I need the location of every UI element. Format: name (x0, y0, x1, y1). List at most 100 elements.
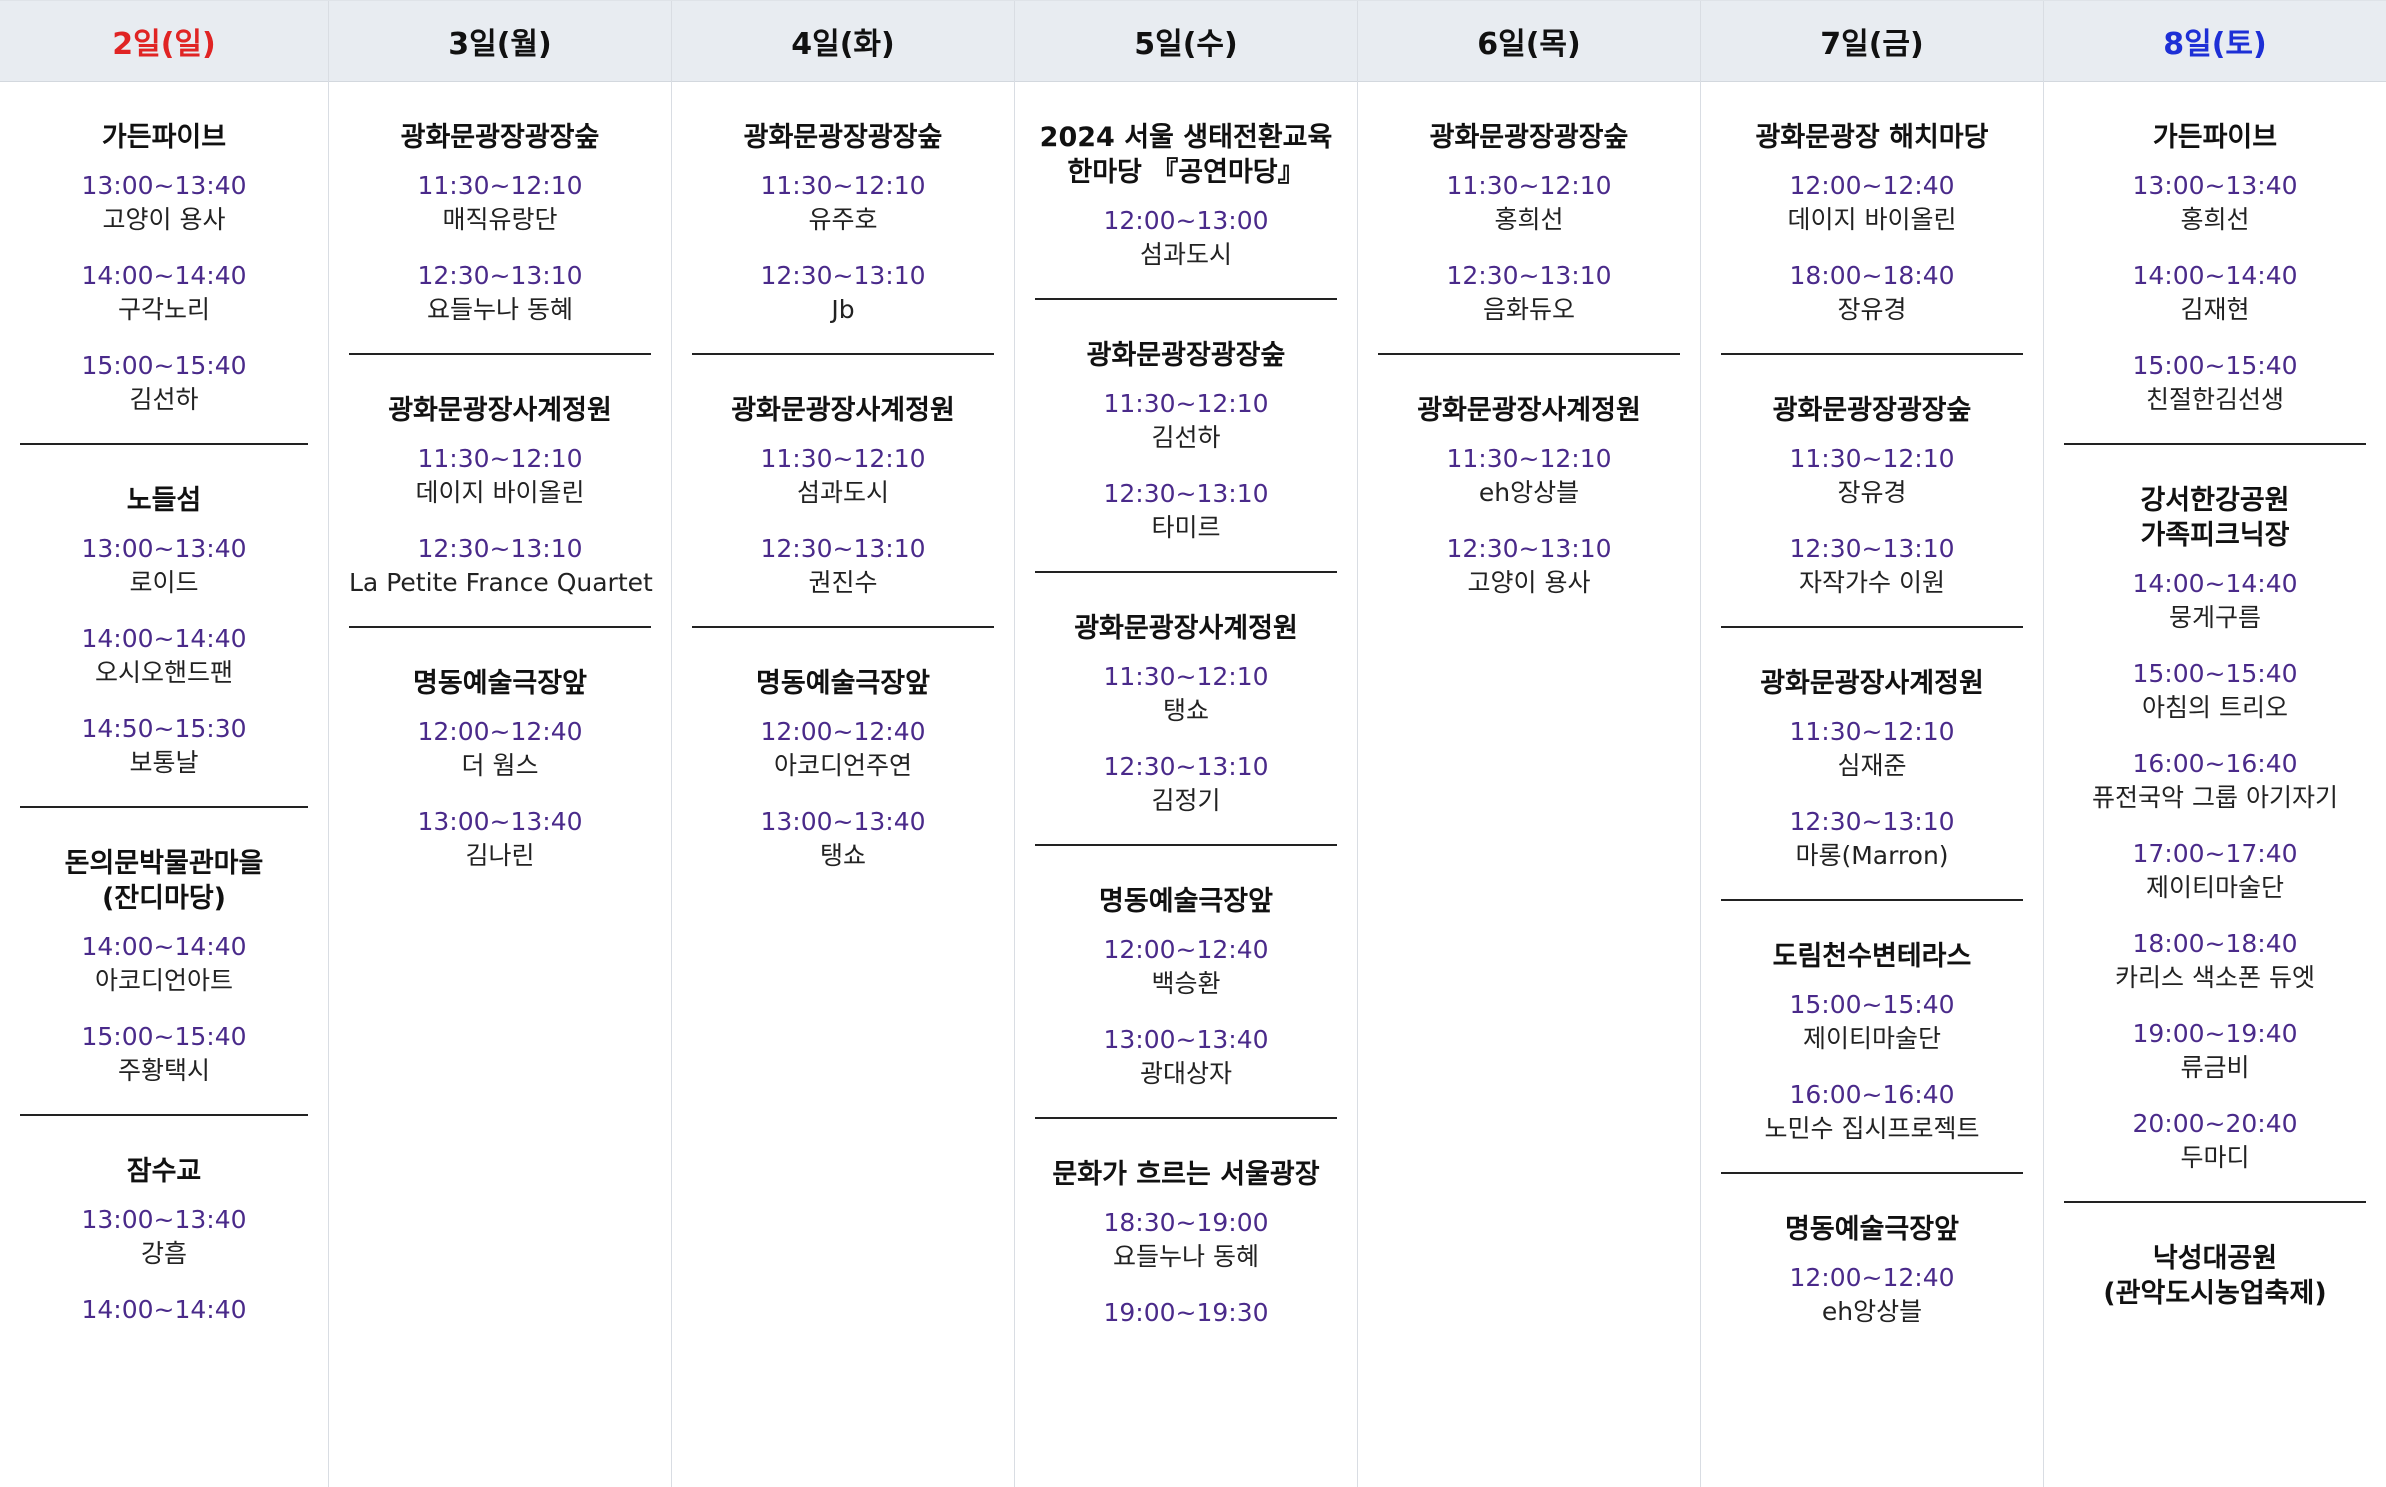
performance-slot: 11:30~12:10 유주호 (692, 169, 994, 237)
day-column: 7일(금) 광화문광장 해치마당 12:00~12:40 데이지 바이올린 18:00~… (1700, 1, 2043, 1487)
venue-block: 광화문광장사계정원 11:30~12:10 섬과도시 12:30~13:10 권진수 (692, 355, 994, 628)
performance-slot: 12:30~13:10 마롱(Marron) (1721, 805, 2023, 873)
slot-time: 11:30~12:10 (760, 171, 926, 200)
slot-performer: 요들누나 동혜 (1113, 1242, 1259, 1271)
slot-performer: 고양이 용사 (1467, 568, 1591, 597)
venue-name: 광화문광장광장숲 (1772, 395, 1972, 426)
venue-block: 명동예술극장앞 12:00~12:40 eh앙상블 (1721, 1174, 2023, 1355)
slot-time: 11:30~12:10 (760, 444, 926, 473)
performance-slot: 18:30~19:00 요들누나 동혜 (1035, 1206, 1337, 1274)
performance-slot: 13:00~13:40 로이드 (20, 532, 308, 600)
performance-slot: 11:30~12:10 홍희선 (1378, 169, 1680, 237)
performance-slot: 12:00~12:40 데이지 바이올린 (1721, 169, 2023, 237)
venue-block: 2024 서울 생태전환교육 한마당 『공연마당』 12:00~13:00 섬과도시 (1035, 82, 1337, 300)
venue-block: 가든파이브 13:00~13:40 홍희선 14:00~14:40 김재현 15:00~1… (2064, 82, 2366, 445)
venue-block: 명동예술극장앞 12:00~12:40 아코디언주연 13:00~13:40 탱쇼 (692, 628, 994, 899)
slot-performer: 권진수 (808, 568, 878, 597)
slot-time: 11:30~12:10 (417, 444, 583, 473)
slot-time: 12:00~13:00 (1103, 206, 1269, 235)
slot-time: 12:30~13:10 (1446, 261, 1612, 290)
slot-performer: La Petite France Quartet (349, 568, 653, 597)
performance-slot: 20:00~20:40 두마디 (2064, 1107, 2366, 1175)
slot-performer: 카리스 색소폰 듀엣 (2115, 963, 2315, 992)
performance-slot: 12:30~13:10 요들누나 동혜 (349, 259, 651, 327)
performance-slot: 16:00~16:40 퓨전국악 그룹 아기자기 (2064, 747, 2366, 815)
slot-performer: 탱쇼 (819, 841, 866, 870)
performance-slot: 12:00~12:40 아코디언주연 (692, 715, 994, 783)
slot-performer: 데이지 바이올린 (1787, 205, 1957, 234)
performance-slot: 17:00~17:40 제이티마술단 (2064, 837, 2366, 905)
performance-slot: 16:00~16:40 노민수 집시프로젝트 (1721, 1078, 2023, 1146)
venue-name: 광화문광장사계정원 (1074, 613, 1298, 644)
performance-slot: 18:00~18:40 카리스 색소폰 듀엣 (2064, 927, 2366, 995)
slot-performer: 마롱(Marron) (1795, 841, 1949, 870)
venue-block: 광화문광장광장숲 11:30~12:10 장유경 12:30~13:10 자작가수 이원 (1721, 355, 2023, 628)
venue-block: 강서한강공원 가족피크닉장 14:00~14:40 뭉게구름 15:00~15:40 아… (2064, 445, 2366, 1203)
venue-name: 명동예술극장앞 (1785, 1214, 1959, 1245)
day-column: 3일(월) 광화문광장광장숲 11:30~12:10 매직유랑단 12:30~13:10… (328, 1, 671, 1487)
slot-performer: 광대상자 (1139, 1059, 1232, 1088)
slot-performer: 백승환 (1151, 969, 1221, 998)
slot-time: 12:00~12:40 (760, 717, 926, 746)
day-column: 2일(일) 가든파이브 13:00~13:40 고양이 용사 14:00~14:40 구각… (0, 1, 328, 1487)
slot-time: 14:00~14:40 (81, 624, 247, 653)
performance-slot: 12:30~13:10 타미르 (1035, 477, 1337, 545)
venue-block: 돈의문박물관마을 (잔디마당) 14:00~14:40 아코디언아트 15:00~15… (20, 808, 308, 1116)
day-venue-list: 2024 서울 생태전환교육 한마당 『공연마당』 12:00~13:00 섬과도시… (1015, 82, 1357, 1356)
slot-time: 18:30~19:00 (1103, 1208, 1269, 1237)
performance-slot: 12:00~13:00 섬과도시 (1035, 204, 1337, 272)
slot-performer: 데이지 바이올린 (415, 478, 585, 507)
venue-block: 노들섬 13:00~13:40 로이드 14:00~14:40 오시오핸드팬 14:50~… (20, 445, 308, 808)
day-venue-list: 광화문광장 해치마당 12:00~12:40 데이지 바이올린 18:00~18:40… (1701, 82, 2043, 1355)
slot-time: 12:30~13:10 (1103, 479, 1269, 508)
slot-performer: 자작가수 이원 (1799, 568, 1945, 597)
slot-time: 12:00~12:40 (1103, 935, 1269, 964)
performance-slot: 11:30~12:10 eh앙상블 (1378, 442, 1680, 510)
slot-performer: 아침의 트리오 (2142, 693, 2288, 722)
performance-slot: 14:50~15:30 보통날 (20, 712, 308, 780)
slot-time: 13:00~13:40 (2132, 171, 2298, 200)
performance-slot: 15:00~15:40 친절한김선생 (2064, 349, 2366, 417)
venue-block: 명동예술극장앞 12:00~12:40 백승환 13:00~13:40 광대상자 (1035, 846, 1337, 1119)
slot-performer: eh앙상블 (1478, 478, 1580, 507)
performance-slot: 14:00~14:40 김재현 (2064, 259, 2366, 327)
slot-time: 15:00~15:40 (81, 351, 247, 380)
slot-time: 18:00~18:40 (2132, 929, 2298, 958)
slot-performer: 아코디언주연 (773, 751, 912, 780)
day-header: 7일(금) (1701, 1, 2043, 82)
slot-performer: 두마디 (2180, 1143, 2250, 1172)
performance-slot: 12:30~13:10 Jb (692, 259, 994, 327)
venue-block: 광화문광장광장숲 11:30~12:10 홍희선 12:30~13:10 음화듀오 (1378, 82, 1680, 355)
performance-slot: 13:00~13:40 강흠 (20, 1203, 308, 1271)
slot-performer: 매직유랑단 (442, 205, 558, 234)
slot-performer: 제이티마술단 (2145, 873, 2284, 902)
performance-slot: 14:00~14:40 (20, 1293, 308, 1327)
venue-name: 강서한강공원 가족피크닉장 (2140, 485, 2290, 551)
venue-block: 광화문광장사계정원 11:30~12:10 탱쇼 12:30~13:10 김정기 (1035, 573, 1337, 846)
slot-time: 12:30~13:10 (1446, 534, 1612, 563)
slot-performer: 류금비 (2180, 1053, 2250, 1082)
slot-time: 19:00~19:30 (1103, 1298, 1269, 1327)
slot-time: 14:50~15:30 (81, 714, 247, 743)
slot-time: 14:00~14:40 (2132, 569, 2298, 598)
slot-performer: 김선하 (1151, 423, 1221, 452)
venue-name: 명동예술극장앞 (413, 668, 587, 699)
performance-slot: 13:00~13:40 광대상자 (1035, 1023, 1337, 1091)
venue-block: 광화문광장광장숲 11:30~12:10 김선하 12:30~13:10 타미르 (1035, 300, 1337, 573)
slot-performer: 홍희선 (2180, 205, 2250, 234)
slot-time: 11:30~12:10 (1789, 717, 1955, 746)
slot-time: 11:30~12:10 (1103, 662, 1269, 691)
performance-slot: 13:00~13:40 김나린 (349, 805, 651, 873)
slot-performer: 유주호 (808, 205, 878, 234)
performance-slot: 12:30~13:10 고양이 용사 (1378, 532, 1680, 600)
venue-block: 잠수교 13:00~13:40 강흠 14:00~14:40 (20, 1116, 308, 1353)
slot-performer: 섬과도시 (796, 478, 889, 507)
venue-name: 광화문광장광장숲 (1086, 340, 1286, 371)
slot-performer: 로이드 (129, 568, 199, 597)
day-header: 5일(수) (1015, 1, 1357, 82)
slot-time: 12:00~12:40 (1789, 171, 1955, 200)
venue-name: 광화문광장사계정원 (1417, 395, 1641, 426)
slot-performer: 타미르 (1151, 513, 1221, 542)
day-header: 2일(일) (0, 1, 328, 82)
slot-performer: 친절한김선생 (2145, 385, 2284, 414)
